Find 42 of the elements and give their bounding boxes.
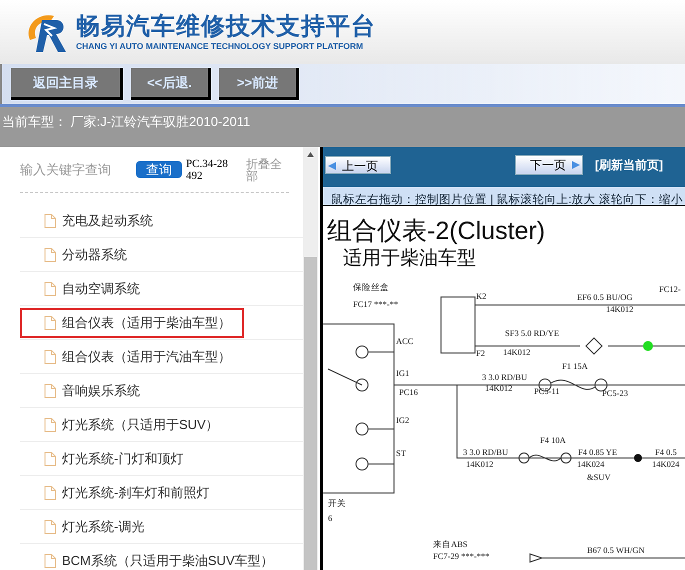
current-vehicle: 当前车型： 厂家:J-江铃汽车驭胜2010-2011 (2, 114, 250, 129)
document-icon (44, 418, 56, 432)
search-button[interactable]: 查询 (136, 161, 182, 178)
tree-item[interactable]: 灯光系统-调光 (20, 512, 154, 542)
nav-button[interactable]: 返回主目录 (11, 68, 123, 100)
document-icon (44, 554, 56, 568)
tree-item[interactable]: 灯光系统-刹车灯和前照灯 (20, 478, 220, 508)
tree-item[interactable]: 组合仪表（适用于汽油车型） (20, 342, 241, 372)
nav-button[interactable]: <<后退. (131, 68, 211, 100)
document-icon (44, 282, 56, 296)
left-arrow-icon (328, 162, 336, 170)
wiring-diagram-drawing: 保险丝盒 FC17 ***-** K2 F2 EF6 0.5 BU/OG 14K012 FC12- SF3 5.0 RD/YE 14K012 ACC IG1 PC16 IG2 ST 3 3.0 RD/BU 14K012 F1 15A PC5-11 PC5-23 3 3.0 RD/BU 14K012 F4 10A F4 0.85 YE 14K024 &SUV F4 0.5 14K024 开关 6 来自ABS FC7-29 ***-*** B67 0.5 WH/GN (323, 282, 685, 570)
tree-item[interactable]: 自动空调系统 (20, 274, 150, 304)
tree-item[interactable]: 灯光系统-门灯和顶灯 (20, 444, 194, 474)
right-arrow-icon (572, 161, 580, 169)
document-icon (44, 520, 56, 534)
document-icon (44, 316, 56, 330)
site-title: 畅易汽车维修技术支持平台 (76, 13, 376, 41)
diagram-title: 组合仪表-2(Cluster) (327, 216, 546, 246)
code-label: PC.34-28492 (186, 158, 229, 182)
scrollbar-thumb[interactable] (304, 257, 317, 570)
document-icon (44, 350, 56, 364)
tree-item[interactable]: 灯光系统（只适用于SUV） (20, 410, 229, 440)
previous-page-button[interactable]: 上一页 (325, 156, 391, 174)
refresh-link[interactable]: [刷新当前页] (595, 156, 663, 174)
document-icon (44, 452, 56, 466)
tree-item[interactable]: 音响娱乐系统 (20, 376, 150, 406)
document-icon (44, 486, 56, 500)
diagram-subtitle: 适用于柴油车型 (342, 247, 477, 271)
document-icon (44, 248, 56, 262)
document-icon (44, 384, 56, 398)
tree-item[interactable]: 组合仪表（适用于柴油车型） (20, 308, 244, 338)
tree-item[interactable]: 充电及起动系统 (20, 206, 163, 236)
site-subtitle: CHANG YI AUTO MAINTENANCE TECHNOLOGY SUPPORT PLATFORM (76, 41, 364, 51)
tree-item[interactable]: BCM系统（只适用于柴油SUV车型） (20, 546, 284, 570)
tree-item[interactable]: 分动器系统 (20, 240, 137, 270)
scroll-up-icon[interactable] (307, 152, 314, 157)
next-page-button[interactable]: 下一页 (515, 155, 583, 175)
document-icon (44, 214, 56, 228)
scrollbar[interactable] (303, 147, 318, 570)
search-field[interactable]: 输入关键字查询 (20, 160, 132, 180)
nav-button[interactable]: >>前进 (219, 68, 299, 100)
